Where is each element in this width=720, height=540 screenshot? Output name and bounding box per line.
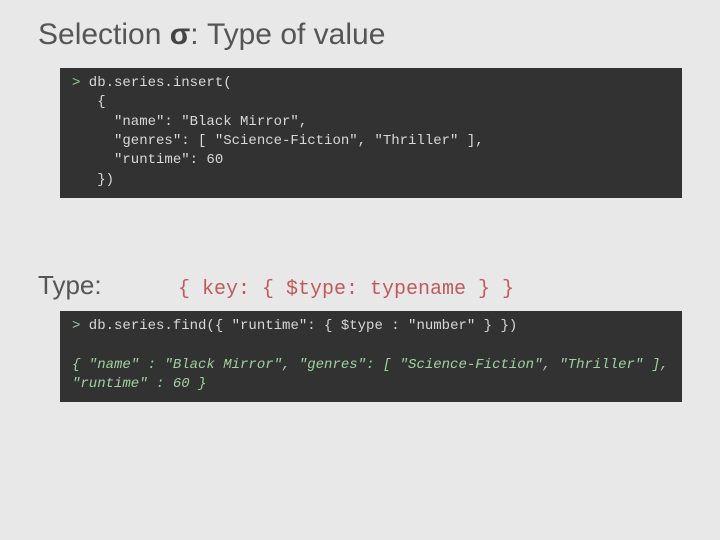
type-expression: { key: { $type: typename } } [178, 278, 514, 301]
title-pre: Selection [38, 18, 170, 51]
code-line-6: }) [72, 172, 114, 188]
code-line-2: { [72, 94, 106, 110]
code-line-1: db.series.insert( [80, 75, 231, 91]
type-row: Type: { key: { $type: typename } } [38, 270, 682, 301]
code-block-insert: > db.series.insert( { "name": "Black Mir… [60, 68, 682, 198]
slide-title: Selection σ: Type of value [38, 18, 682, 52]
slide: Selection σ: Type of value > db.series.i… [0, 0, 720, 402]
code-line-4: "genres": [ "Science-Fiction", "Thriller… [72, 133, 484, 149]
code-line-3: "name": "Black Mirror", [72, 114, 307, 130]
sigma-symbol: σ [170, 18, 191, 51]
code-line-5: "runtime": 60 [72, 152, 223, 168]
title-post: : Type of value [190, 18, 385, 51]
code-block-find: > db.series.find({ "runtime": { $type : … [60, 311, 682, 402]
code-find-line: db.series.find({ "runtime": { $type : "n… [80, 318, 517, 334]
type-label: Type: [38, 270, 178, 301]
code-result: { "name" : "Black Mirror", "genres": [ "… [72, 357, 669, 392]
